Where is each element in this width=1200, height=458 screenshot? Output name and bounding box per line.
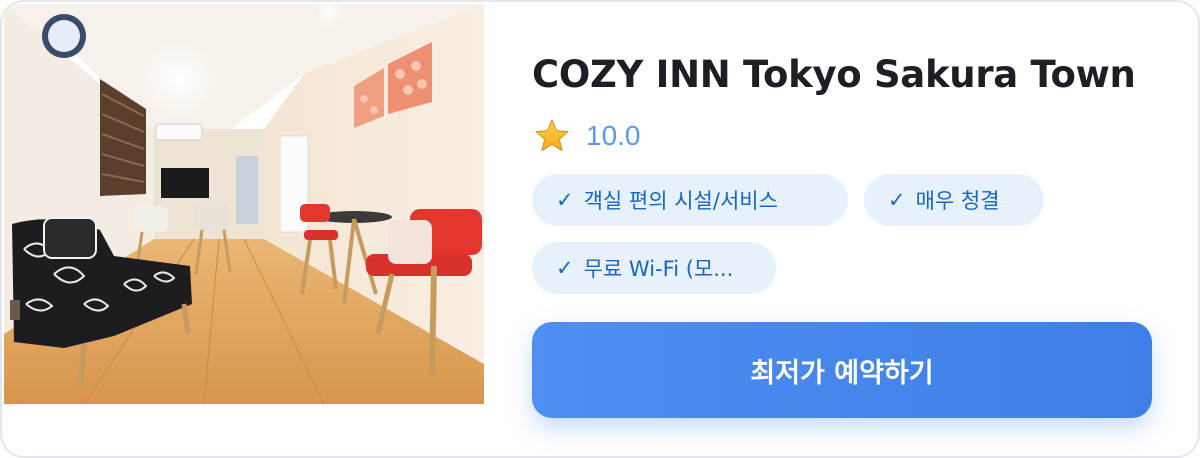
check-icon: ✓: [888, 188, 906, 212]
hotel-card[interactable]: COZY INN Tokyo Sakura Town 10.0 ✓ 객실 편의 …: [0, 0, 1200, 458]
star-icon: [535, 119, 569, 151]
amenity-label: 무료 Wi-Fi (모...: [583, 257, 734, 281]
hotel-info: COZY INN Tokyo Sakura Town 10.0 ✓ 객실 편의 …: [532, 2, 1152, 456]
amenity-chip: ✓ 객실 편의 시설/서비스: [532, 174, 848, 226]
room-image: [4, 4, 484, 404]
amenity-label: 객실 편의 시설/서비스: [583, 189, 778, 213]
hotel-room-photo[interactable]: [4, 4, 484, 404]
amenity-chip: ✓ 무료 Wi-Fi (모...: [532, 242, 776, 294]
hotel-name[interactable]: COZY INN Tokyo Sakura Town: [532, 50, 1152, 100]
rating-value: 10.0: [586, 120, 641, 151]
check-icon: ✓: [556, 188, 574, 212]
rating-row: 10.0: [534, 116, 641, 156]
book-lowest-price-button[interactable]: 최저가 예약하기: [532, 322, 1152, 418]
amenity-label: 매우 청결: [915, 189, 1000, 213]
check-icon: ✓: [556, 256, 574, 280]
amenity-chip: ✓ 매우 청결: [864, 174, 1044, 226]
